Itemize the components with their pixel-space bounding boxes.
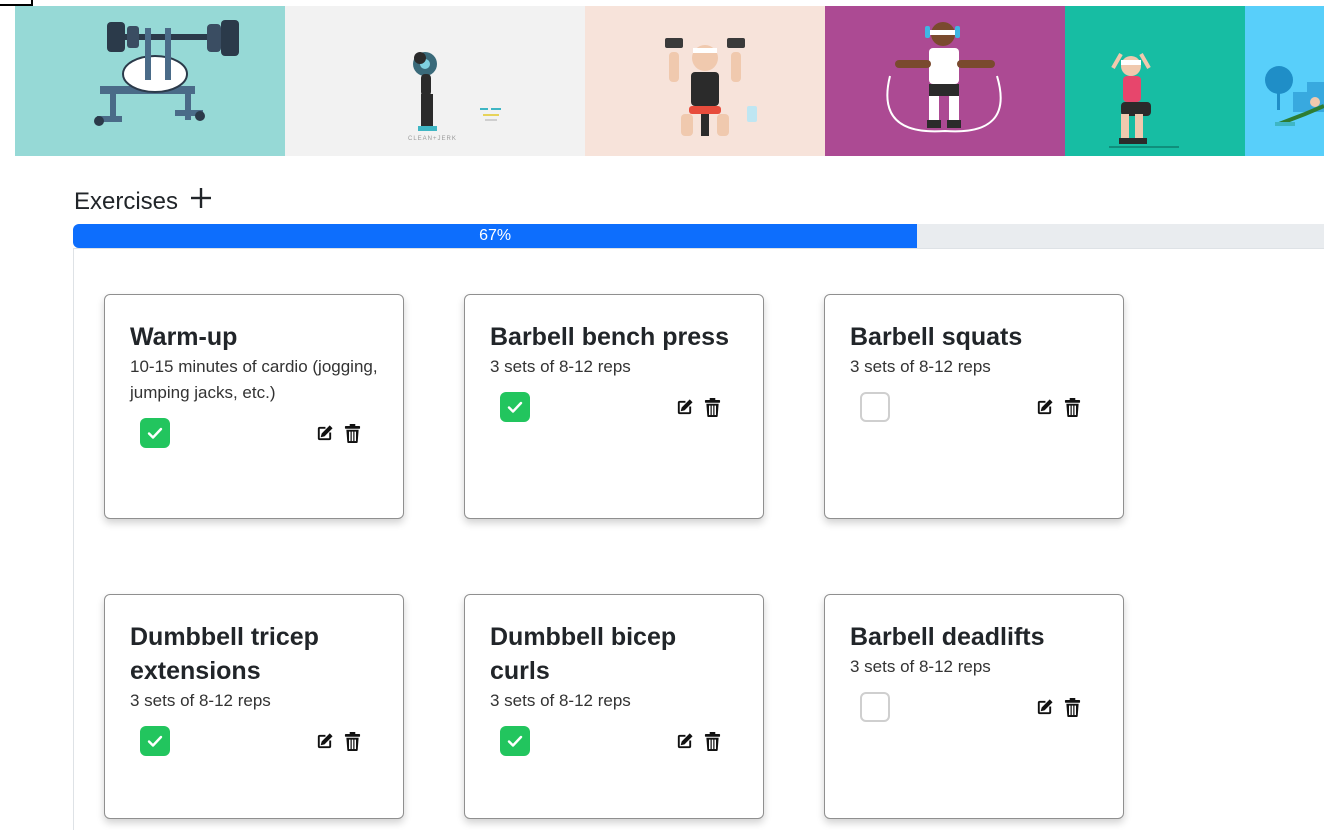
delete-button[interactable] xyxy=(1064,397,1083,417)
exercise-description: 3 sets of 8-12 reps xyxy=(850,357,991,376)
card-controls xyxy=(130,726,379,756)
completed-checkbox[interactable] xyxy=(860,692,890,722)
exercise-title: Barbell deadlifts xyxy=(850,623,1045,651)
trash-icon xyxy=(704,397,721,417)
exercise-card: Dumbbell bicep curls 3 sets of 8-12 reps xyxy=(464,594,764,819)
exercise-title: Dumbbell tricep extensions xyxy=(130,623,319,685)
edit-icon xyxy=(317,424,333,440)
jump-rope-art xyxy=(825,6,1065,156)
edit-button[interactable] xyxy=(1035,698,1054,717)
exercise-title: Barbell bench press xyxy=(490,323,729,351)
exercise-title: Barbell squats xyxy=(850,323,1023,351)
exercise-card: Barbell deadlifts 3 sets of 8-12 reps xyxy=(824,594,1124,819)
card-controls xyxy=(130,418,379,448)
delete-button[interactable] xyxy=(344,731,363,751)
dumbbell-press-art xyxy=(585,6,825,156)
exercise-description: 3 sets of 8-12 reps xyxy=(490,691,631,710)
exercise-card: Barbell squats 3 sets of 8-12 reps xyxy=(824,294,1124,519)
exercise-card: Warm-up 10-15 minutes of cardio (jogging… xyxy=(104,294,404,519)
progress-label: 67% xyxy=(479,227,512,244)
trash-icon xyxy=(344,731,361,751)
squat-illustration xyxy=(1065,6,1245,156)
edit-icon xyxy=(1037,398,1053,414)
bench-press-art xyxy=(15,6,285,156)
exercises-header: Exercises xyxy=(74,188,214,216)
exercise-description: 3 sets of 8-12 reps xyxy=(850,657,991,676)
edit-icon xyxy=(677,398,693,414)
card-actions xyxy=(675,731,723,751)
edit-button[interactable] xyxy=(315,732,334,751)
edit-icon xyxy=(1037,698,1053,714)
card-actions xyxy=(315,731,363,751)
add-exercise-button[interactable] xyxy=(188,186,214,212)
clean-and-jerk-art xyxy=(285,6,585,156)
squat-art xyxy=(1065,6,1245,156)
jump-rope-illustration xyxy=(825,6,1065,156)
card-actions xyxy=(315,423,363,443)
trash-icon xyxy=(344,423,361,443)
exercise-description: 3 sets of 8-12 reps xyxy=(130,691,271,710)
exercise-description: 10-15 minutes of cardio (jogging, jumpin… xyxy=(130,357,378,402)
trash-icon xyxy=(1064,397,1081,417)
check-icon xyxy=(507,401,523,413)
exercise-card: Barbell bench press 3 sets of 8-12 reps xyxy=(464,294,764,519)
workout-page: CLEAN+JERK Exercises 67% Warm-up 10-15 m… xyxy=(0,0,1324,830)
edit-button[interactable] xyxy=(1035,398,1054,417)
stretch-illustration xyxy=(1245,6,1324,156)
card-controls xyxy=(850,392,1099,422)
card-actions xyxy=(1035,697,1083,717)
completed-checkbox[interactable] xyxy=(140,418,170,448)
edit-button[interactable] xyxy=(675,398,694,417)
exercise-description: 3 sets of 8-12 reps xyxy=(490,357,631,376)
completed-checkbox[interactable] xyxy=(500,726,530,756)
card-actions xyxy=(1035,397,1083,417)
check-icon xyxy=(147,427,163,439)
completed-checkbox[interactable] xyxy=(860,392,890,422)
edit-icon xyxy=(677,732,693,748)
completed-checkbox[interactable] xyxy=(500,392,530,422)
card-controls xyxy=(850,692,1099,722)
check-icon xyxy=(147,735,163,747)
delete-button[interactable] xyxy=(704,731,723,751)
trash-icon xyxy=(704,731,721,751)
edit-button[interactable] xyxy=(315,424,334,443)
clean-and-jerk-illustration: CLEAN+JERK xyxy=(285,6,585,156)
trash-icon xyxy=(1064,697,1081,717)
completed-checkbox[interactable] xyxy=(140,726,170,756)
bench-press-illustration xyxy=(15,6,285,156)
plus-icon xyxy=(191,188,212,208)
card-controls xyxy=(490,726,739,756)
delete-button[interactable] xyxy=(1064,697,1083,717)
page-title: Exercises xyxy=(74,188,179,215)
exercise-card: Dumbbell tricep extensions 3 sets of 8-1… xyxy=(104,594,404,819)
edit-icon xyxy=(317,732,333,748)
check-icon xyxy=(507,735,523,747)
edit-button[interactable] xyxy=(675,732,694,751)
exercise-title: Warm-up xyxy=(130,323,238,351)
exercise-title: Dumbbell bicep curls xyxy=(490,623,677,685)
card-controls xyxy=(490,392,739,422)
clean-jerk-caption: CLEAN+JERK xyxy=(408,136,457,142)
delete-button[interactable] xyxy=(344,423,363,443)
stretch-art xyxy=(1245,6,1324,156)
exercise-banner: CLEAN+JERK xyxy=(15,6,1324,156)
delete-button[interactable] xyxy=(704,397,723,417)
dumbbell-press-illustration xyxy=(585,6,825,156)
progress-bar: 67% xyxy=(73,224,1324,248)
card-actions xyxy=(675,397,723,417)
progress-fill: 67% xyxy=(73,224,918,248)
